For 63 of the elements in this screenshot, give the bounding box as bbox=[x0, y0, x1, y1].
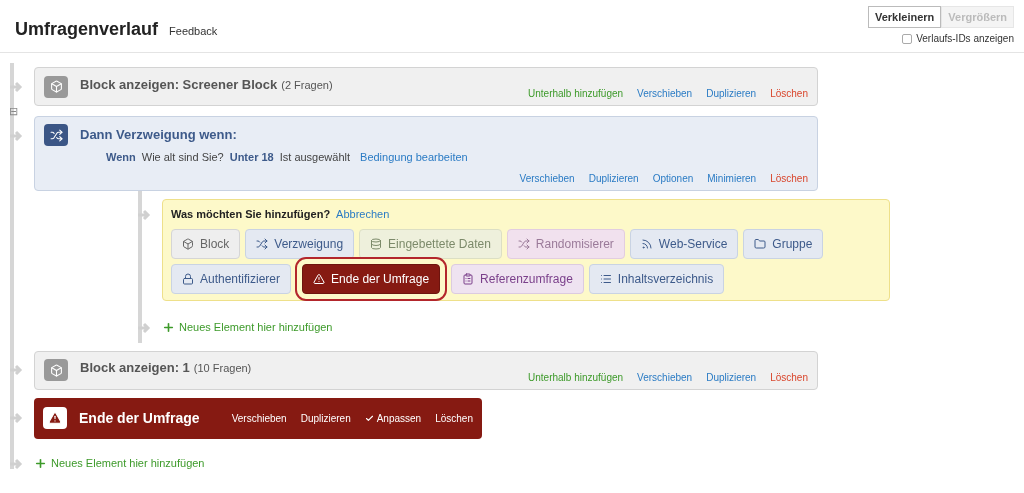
lock-icon bbox=[182, 272, 194, 285]
cube-icon bbox=[44, 359, 68, 381]
end-title: Ende der Umfrage bbox=[79, 408, 200, 428]
checkbox-label: Verlaufs-IDs anzeigen bbox=[916, 32, 1014, 46]
action-link[interactable]: Anpassen bbox=[364, 410, 422, 426]
element-type-button[interactable]: Inhaltsverzeichnis bbox=[588, 263, 725, 294]
condition-choice: Unter 18 bbox=[229, 150, 274, 165]
element-type-button[interactable]: Eingebettete Daten bbox=[359, 228, 502, 259]
element-type-button[interactable]: Verzweigung bbox=[245, 228, 355, 259]
folder-icon bbox=[754, 237, 767, 250]
condition-question: Wie alt sind Sie? bbox=[141, 150, 224, 165]
action-link[interactable]: Verschieben bbox=[519, 170, 575, 186]
condition-prefix: Wenn bbox=[106, 150, 136, 165]
action-link[interactable]: Unterhalb hinzufügen bbox=[528, 86, 624, 101]
block-title: Block anzeigen: Screener Block bbox=[80, 75, 278, 94]
action-link[interactable]: Löschen bbox=[435, 410, 473, 426]
branch-title: Dann Verzweigung wenn: bbox=[80, 126, 237, 145]
data-icon bbox=[370, 237, 383, 250]
action-link[interactable]: Löschen bbox=[770, 86, 808, 101]
action-link[interactable]: Unterhalb hinzufügen bbox=[528, 369, 624, 385]
page-subtitle: Feedback bbox=[169, 24, 218, 39]
zoom-button[interactable]: Verkleinern bbox=[868, 6, 942, 28]
element-type-button[interactable]: Randomisierer bbox=[506, 228, 625, 259]
question-count: (10 Fragen) bbox=[193, 361, 252, 377]
element-type-button[interactable]: Block bbox=[171, 228, 241, 259]
element-type-button[interactable]: Referenzumfrage bbox=[451, 263, 584, 294]
cancel-link[interactable]: Abbrechen bbox=[336, 206, 390, 223]
element-type-button[interactable]: Authentifizierer bbox=[171, 263, 292, 294]
collapse-toggle[interactable]: ⊟ bbox=[9, 106, 840, 116]
condition-state: Ist ausgewählt bbox=[279, 150, 351, 165]
block-title: Block anzeigen: 1 bbox=[80, 359, 190, 378]
plus-icon bbox=[34, 457, 47, 470]
clipboard-icon bbox=[462, 272, 475, 285]
checkbox[interactable] bbox=[902, 33, 913, 44]
list-icon bbox=[599, 272, 612, 285]
action-link[interactable]: Duplizieren bbox=[588, 170, 639, 186]
element-type-button[interactable]: Web-Service bbox=[629, 228, 739, 259]
action-link[interactable]: Duplizieren bbox=[300, 410, 351, 426]
action-link[interactable]: Verschieben bbox=[637, 369, 693, 385]
action-link[interactable]: Optionen bbox=[652, 170, 694, 186]
add-element-link[interactable]: Neues Element hier hinzufügen bbox=[162, 319, 333, 336]
cube-icon bbox=[182, 237, 194, 250]
action-link[interactable]: Verschieben bbox=[231, 410, 287, 426]
edit-condition-link[interactable]: Bedingung bearbeiten bbox=[360, 149, 468, 166]
action-link[interactable]: Duplizieren bbox=[706, 86, 757, 101]
warning-icon bbox=[43, 407, 67, 429]
question-count: (2 Fragen) bbox=[281, 77, 333, 93]
page-title: Umfragenverlauf bbox=[15, 18, 159, 41]
branch-icon bbox=[44, 124, 68, 146]
warning-icon bbox=[313, 272, 326, 285]
action-link[interactable]: Duplizieren bbox=[706, 369, 757, 385]
plus-icon bbox=[162, 321, 175, 334]
add-prompt: Was möchten Sie hinzufügen? bbox=[171, 207, 331, 222]
cube-icon bbox=[44, 75, 68, 98]
shuffle-icon bbox=[517, 237, 530, 250]
element-type-button[interactable]: Gruppe bbox=[743, 228, 824, 259]
action-link[interactable]: Löschen bbox=[770, 369, 808, 385]
action-link[interactable]: Verschieben bbox=[637, 86, 693, 101]
branch-icon bbox=[256, 237, 269, 250]
action-link[interactable]: Löschen bbox=[770, 170, 808, 186]
feed-icon bbox=[640, 237, 653, 250]
action-link[interactable]: Minimieren bbox=[707, 170, 757, 186]
add-element-link[interactable]: Neues Element hier hinzufügen bbox=[34, 455, 205, 472]
